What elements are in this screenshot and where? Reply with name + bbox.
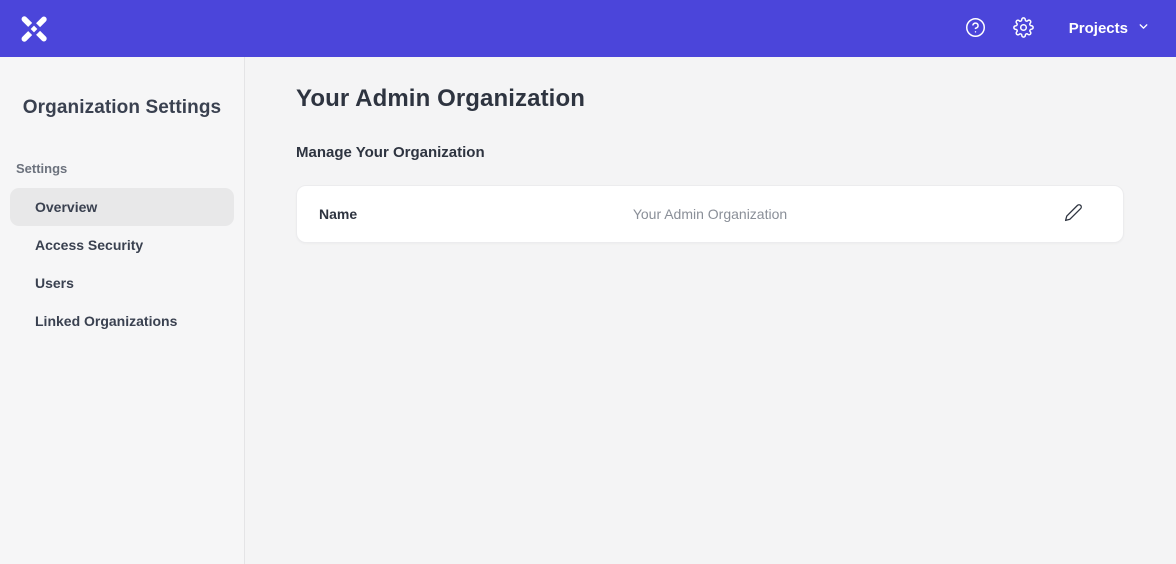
brand-x-logo[interactable] — [20, 13, 48, 45]
sidebar-title: Organization Settings — [0, 97, 244, 119]
sidebar-section-label: Settings — [0, 161, 244, 176]
sidebar-item-access-security[interactable]: Access Security — [10, 226, 234, 264]
section-title: Manage Your Organization — [296, 144, 1124, 161]
organization-name-value: Your Admin Organization — [297, 206, 1123, 222]
page-title: Your Admin Organization — [296, 85, 1124, 113]
chevron-down-icon — [1137, 20, 1150, 37]
organization-name-card: Name Your Admin Organization — [296, 185, 1124, 243]
settings-sidebar: Organization Settings Settings Overview … — [0, 57, 245, 564]
sidebar-item-linked-organizations[interactable]: Linked Organizations — [10, 302, 234, 340]
help-button[interactable] — [959, 12, 993, 46]
pencil-edit-icon — [1064, 203, 1083, 225]
main-content: Your Admin Organization Manage Your Orga… — [245, 57, 1176, 564]
top-navigation-bar: Projects — [0, 0, 1176, 57]
edit-name-button[interactable] — [1059, 200, 1087, 228]
help-circle-icon — [965, 17, 986, 41]
topbar-actions: Projects — [959, 12, 1150, 46]
sidebar-nav: Overview Access Security Users Linked Or… — [0, 188, 244, 340]
projects-dropdown[interactable]: Projects — [1069, 20, 1150, 37]
gear-icon — [1013, 17, 1034, 41]
name-field-label: Name — [319, 206, 357, 222]
sidebar-item-users[interactable]: Users — [10, 264, 234, 302]
settings-button[interactable] — [1007, 12, 1041, 46]
sidebar-item-overview[interactable]: Overview — [10, 188, 234, 226]
projects-dropdown-label: Projects — [1069, 20, 1128, 37]
